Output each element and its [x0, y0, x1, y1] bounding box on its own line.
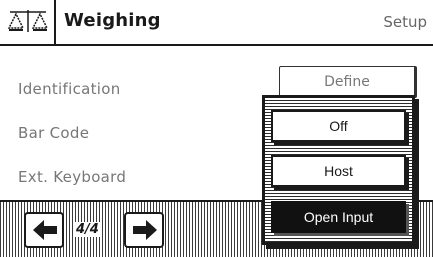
page-title: Weighing: [64, 10, 161, 31]
arrow-right-icon: [133, 220, 157, 240]
option-host[interactable]: Host: [271, 155, 406, 187]
setting-label: Identification: [18, 80, 121, 98]
define-button[interactable]: Define: [279, 66, 417, 98]
next-page-button[interactable]: [124, 212, 164, 248]
option-off[interactable]: Off: [271, 110, 406, 142]
setting-label: Ext. Keyboard: [18, 168, 127, 186]
mode-label: Setup: [383, 13, 427, 31]
option-open-input[interactable]: Open Input: [271, 201, 406, 233]
header-bar: Weighing Setup: [0, 0, 433, 46]
setting-label: Bar Code: [18, 124, 90, 142]
prev-page-button[interactable]: [24, 212, 64, 248]
page-indicator: 4/4: [74, 222, 101, 237]
option-dropdown: Off Host Open Input: [262, 95, 415, 245]
balance-scale-icon: [0, 0, 56, 44]
arrow-left-icon: [33, 220, 57, 240]
